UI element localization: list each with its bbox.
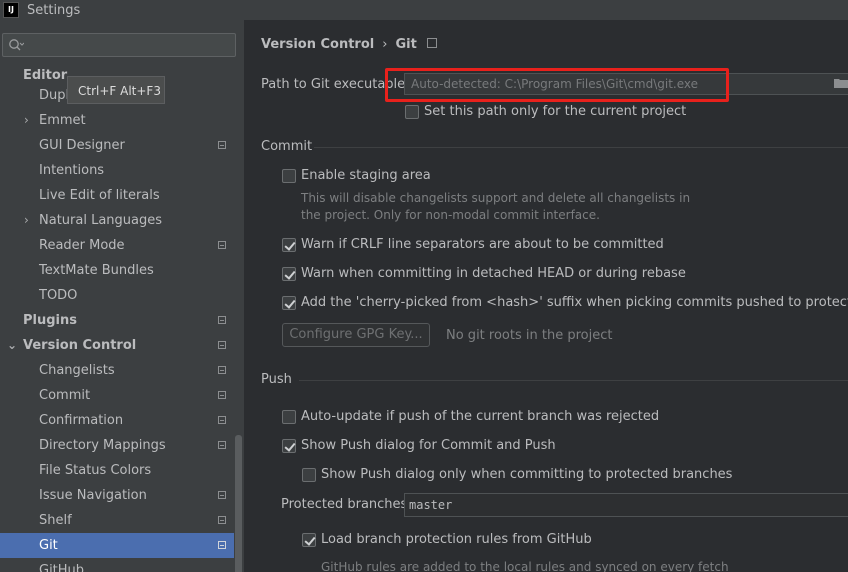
chevron-right-icon: › (24, 113, 29, 127)
sidebar-item-github[interactable]: GitHub (0, 558, 234, 572)
chevron-down-icon: ⌄ (7, 338, 18, 352)
sidebar-scrollbar[interactable] (235, 435, 242, 572)
load-rules-checkbox[interactable] (302, 533, 316, 547)
annotation-highlight (385, 68, 729, 102)
sidebar-item-confirmation[interactable]: Confirmation (0, 408, 234, 433)
folder-icon[interactable] (834, 78, 848, 88)
sidebar-item-issue-navigation[interactable]: Issue Navigation (0, 483, 234, 508)
sidebar-item-label: Shelf (39, 513, 72, 528)
auto-update-label: Auto-update if push of the current branc… (301, 409, 660, 424)
show-push-dialog-label: Show Push dialog for Commit and Push (301, 438, 556, 453)
sidebar-item-changelists[interactable]: Changelists (0, 358, 234, 383)
project-settings-icon (218, 316, 226, 324)
load-rules-label: Load branch protection rules from GitHub (321, 532, 592, 547)
breadcrumb-current: Git (395, 37, 417, 52)
sidebar-item-emmet[interactable]: › Emmet (0, 108, 234, 133)
sidebar-item-natural-languages[interactable]: › Natural Languages (0, 208, 234, 233)
section-divider (299, 380, 848, 381)
shortcut-tooltip: Ctrl+F Alt+F3 (67, 76, 165, 104)
enable-staging-checkbox[interactable] (282, 169, 296, 183)
sidebar-item-version-control[interactable]: ⌄ Version Control (0, 333, 234, 358)
sidebar-item-label: TextMate Bundles (39, 263, 154, 278)
sidebar-item-label: Emmet (39, 113, 86, 128)
cherry-pick-label: Add the 'cherry-picked from <hash>' suff… (301, 295, 848, 310)
sidebar-item-shelf[interactable]: Shelf (0, 508, 234, 533)
warn-crlf-checkbox[interactable] (282, 238, 296, 252)
cherry-pick-checkbox[interactable] (282, 296, 296, 310)
settings-search-input[interactable] (2, 33, 236, 57)
no-roots-text: No git roots in the project (446, 328, 613, 343)
sidebar-item-label: GUI Designer (39, 138, 125, 153)
project-settings-icon (218, 141, 226, 149)
sidebar-item-live-edit[interactable]: Live Edit of literals (0, 183, 234, 208)
sidebar-item-directory-mappings[interactable]: Directory Mappings (0, 433, 234, 458)
protected-branches-label: Protected branches: (281, 497, 412, 512)
auto-update-checkbox[interactable] (282, 410, 296, 424)
sidebar-item-file-status-colors[interactable]: File Status Colors (0, 458, 234, 483)
project-settings-icon (218, 416, 226, 424)
show-push-dialog-checkbox[interactable] (282, 439, 296, 453)
sidebar-item-label: File Status Colors (39, 463, 152, 478)
sidebar-item-label: Natural Languages (39, 213, 163, 228)
window-title: Settings (27, 2, 81, 18)
sidebar-item-todo[interactable]: TODO (0, 283, 234, 308)
sidebar-item-gui-designer[interactable]: GUI Designer (0, 133, 234, 158)
settings-sidebar: Editor Dupl › Emmet GUI Designer Intentio… (0, 20, 244, 572)
github-rules-note: GitHub rules are added to the local rule… (321, 560, 729, 572)
breadcrumb-separator: › (382, 37, 388, 52)
staging-description: the project. Only for non-modal commit i… (301, 208, 600, 222)
app-icon: IJ (3, 2, 19, 18)
warn-detached-label: Warn when committing in detached HEAD or… (301, 266, 686, 281)
chevron-right-icon: › (24, 213, 29, 227)
project-settings-icon (218, 241, 226, 249)
sidebar-item-reader-mode[interactable]: Reader Mode (0, 233, 234, 258)
sidebar-item-label: Issue Navigation (39, 488, 147, 503)
breadcrumb: Version Control › Git (261, 37, 437, 52)
project-settings-icon (218, 341, 226, 349)
sidebar-item-label: Intentions (39, 163, 105, 178)
sidebar-item-label: Changelists (39, 363, 115, 378)
project-settings-icon (218, 366, 226, 374)
sidebar-item-label: Plugins (23, 313, 77, 328)
project-settings-icon (426, 38, 437, 48)
warn-detached-checkbox[interactable] (282, 267, 296, 281)
sidebar-item-label: Directory Mappings (39, 438, 166, 453)
push-section-title: Push (261, 372, 292, 387)
staging-description: This will disable changelists support an… (301, 191, 691, 205)
breadcrumb-parent[interactable]: Version Control (261, 37, 374, 52)
sidebar-item-label: Confirmation (39, 413, 124, 428)
project-settings-icon (218, 441, 226, 449)
sidebar-item-git[interactable]: Git (0, 533, 234, 558)
show-push-protected-label: Show Push dialog only when committing to… (321, 467, 733, 482)
sidebar-item-label: Live Edit of literals (39, 188, 160, 203)
search-icon (9, 39, 24, 51)
sidebar-item-textmate[interactable]: TextMate Bundles (0, 258, 234, 283)
project-settings-icon (218, 491, 226, 499)
sidebar-item-label: Git (39, 538, 58, 553)
current-project-checkbox[interactable] (405, 105, 419, 119)
enable-staging-label: Enable staging area (301, 168, 431, 183)
current-project-label: Set this path only for the current proje… (424, 104, 687, 119)
protected-branches-input[interactable]: master (404, 493, 848, 517)
project-settings-icon (218, 516, 226, 524)
sidebar-item-label: GitHub (39, 563, 85, 572)
sidebar-item-commit[interactable]: Commit (0, 383, 234, 408)
sidebar-item-plugins[interactable]: Plugins (0, 308, 234, 333)
sidebar-item-label: Version Control (23, 338, 137, 353)
show-push-protected-checkbox[interactable] (302, 468, 316, 482)
sidebar-item-label: Commit (39, 388, 91, 403)
settings-content: Version Control › Git Path to Git executab… (244, 20, 848, 572)
sidebar-item-label: Dupl (39, 88, 70, 103)
commit-section-title: Commit (261, 139, 313, 154)
warn-crlf-label: Warn if CRLF line separators are about t… (301, 237, 664, 252)
sidebar-item-intentions[interactable]: Intentions (0, 158, 234, 183)
sidebar-item-label: TODO (39, 288, 78, 303)
configure-gpg-button[interactable]: Configure GPG Key... (282, 323, 430, 347)
section-divider (314, 147, 848, 148)
sidebar-item-label: Reader Mode (39, 238, 125, 253)
project-settings-icon (218, 391, 226, 399)
project-settings-icon (218, 541, 226, 549)
title-bar: IJ Settings (0, 0, 848, 20)
